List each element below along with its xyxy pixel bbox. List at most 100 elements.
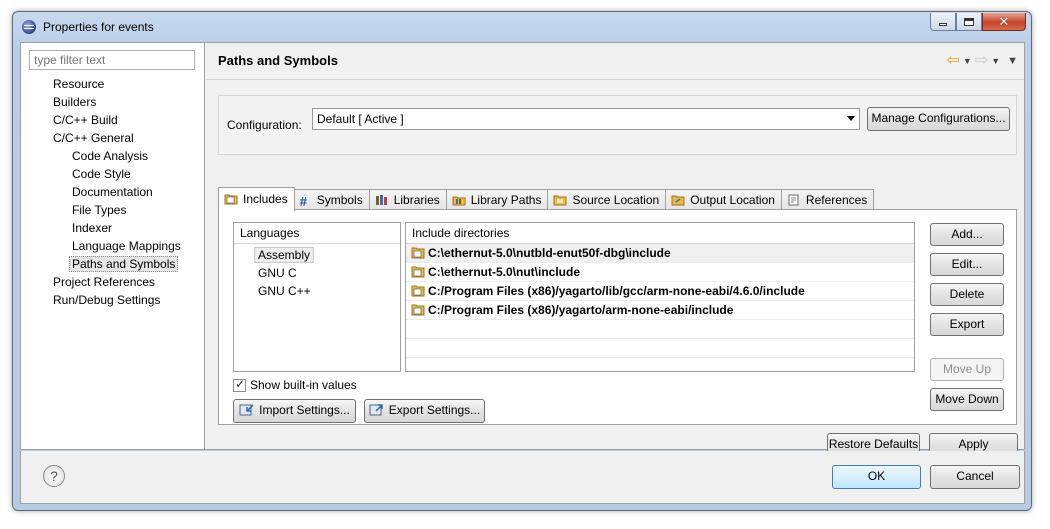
references-icon xyxy=(787,193,806,207)
empty-row xyxy=(406,320,914,339)
back-arrow-icon[interactable]: ⇦ xyxy=(946,53,959,69)
tree-item-code-analysis[interactable]: Code Analysis xyxy=(21,147,205,165)
tree-item-run-debug-settings[interactable]: Run/Debug Settings xyxy=(21,291,205,309)
tab-label: References xyxy=(805,193,868,207)
tree-item-indexer[interactable]: Indexer xyxy=(21,219,205,237)
language-label: Assembly xyxy=(254,247,315,263)
dialog-body: Resource Builders C/C++ Build C/C++ General… xyxy=(20,42,1025,456)
empty-row xyxy=(406,339,914,358)
caption-buttons: ✕ xyxy=(930,13,1026,31)
include-folder-icon xyxy=(411,284,428,298)
tree-item-label: Paths and Symbols xyxy=(69,256,179,272)
tree-item-label: Resource xyxy=(53,77,105,91)
tree-item-label: Documentation xyxy=(72,185,153,199)
include-directory-row[interactable]: C:\ethernut-5.0\nut\include xyxy=(406,263,914,282)
include-directory-row[interactable]: C:\ethernut-5.0\nutbld-enut50f-dbg\inclu… xyxy=(406,244,914,263)
configuration-group: Configuration: Default [ Active ] Manage… xyxy=(218,95,1017,155)
export-settings-label: Export Settings... xyxy=(388,403,481,417)
forward-arrow-icon[interactable]: ⇨ xyxy=(975,53,988,69)
help-icon[interactable]: ? xyxy=(43,465,65,487)
dialog-button-bar: ? OK Cancel xyxy=(20,451,1025,504)
filter-input[interactable] xyxy=(29,50,195,70)
tree-item-label: Indexer xyxy=(72,221,113,235)
export-icon xyxy=(369,404,383,416)
tree-item-label: Language Mappings xyxy=(72,239,181,253)
add-button[interactable]: Add... xyxy=(930,223,1004,246)
languages-header: Languages xyxy=(234,223,400,244)
tab-libraries[interactable]: Libraries xyxy=(368,189,447,210)
manage-configurations-button[interactable]: Manage Configurations... xyxy=(867,107,1010,131)
language-label: GNU C xyxy=(258,266,297,280)
tree-item-file-types[interactable]: File Types xyxy=(21,201,205,219)
hash-icon: # xyxy=(299,194,307,209)
library-paths-icon xyxy=(452,193,471,207)
title-bar[interactable]: Properties for events ✕ xyxy=(13,12,1031,42)
include-directory-path: C:\ethernut-5.0\nutbld-enut50f-dbg\inclu… xyxy=(428,246,671,260)
language-item[interactable]: GNU C xyxy=(234,264,400,282)
configuration-select[interactable]: Default [ Active ] xyxy=(312,108,860,130)
tab-includes[interactable]: Includes xyxy=(218,187,295,211)
minimize-icon xyxy=(939,23,947,26)
import-settings-label: Import Settings... xyxy=(259,403,350,417)
ok-button[interactable]: OK xyxy=(832,465,921,489)
tab-label: Includes xyxy=(243,192,288,206)
include-directory-row[interactable]: C:/Program Files (x86)/yagarto/arm-none-… xyxy=(406,301,914,320)
tree-item-builders[interactable]: Builders xyxy=(21,93,205,111)
export-settings-button[interactable]: Export Settings... xyxy=(364,399,485,423)
languages-list: Languages Assembly GNU C GNU C++ xyxy=(233,222,401,372)
include-directory-path: C:/Program Files (x86)/yagarto/lib/gcc/a… xyxy=(428,284,805,298)
tree-item-code-style[interactable]: Code Style xyxy=(21,165,205,183)
tree-item-documentation[interactable]: Documentation xyxy=(21,183,205,201)
tree-item-label: Code Style xyxy=(72,167,131,181)
window-title: Properties for events xyxy=(43,20,154,34)
category-pane: Resource Builders C/C++ Build C/C++ General… xyxy=(21,43,205,449)
include-folder-icon xyxy=(411,303,428,317)
forward-dropdown-icon[interactable]: ▼ xyxy=(991,56,1000,66)
show-builtin-values-label: Show built-in values xyxy=(250,378,357,392)
configuration-label: Configuration: xyxy=(227,118,302,132)
delete-button[interactable]: Delete xyxy=(930,283,1004,306)
tree-item-c-c-build[interactable]: C/C++ Build xyxy=(21,111,205,129)
title-separator xyxy=(206,79,1024,80)
checkbox-checked-icon[interactable] xyxy=(233,377,246,392)
language-item[interactable]: Assembly xyxy=(234,246,400,264)
close-button[interactable]: ✕ xyxy=(982,13,1026,31)
minimize-button[interactable] xyxy=(930,13,956,31)
tab-label: Libraries xyxy=(393,193,440,207)
tree-item-label: Project References xyxy=(53,275,156,289)
tab-label: Source Location xyxy=(572,193,660,207)
page-title: Paths and Symbols xyxy=(218,53,338,68)
tree-item-resource[interactable]: Resource xyxy=(21,75,205,93)
export-button[interactable]: Export xyxy=(930,313,1004,336)
tree-item-paths-and-symbols[interactable]: Paths and Symbols xyxy=(21,255,205,273)
tree-item-project-references[interactable]: Project References xyxy=(21,273,205,291)
tree-item-label: Code Analysis xyxy=(72,149,149,163)
move-down-button[interactable]: Move Down xyxy=(930,388,1004,411)
tree-item-c-c-general[interactable]: C/C++ General xyxy=(21,129,205,147)
tab-label: Symbols xyxy=(316,193,363,207)
maximize-button[interactable] xyxy=(956,13,982,31)
tree-item-label: Run/Debug Settings xyxy=(53,293,161,307)
tab-library-paths[interactable]: Library Paths xyxy=(445,189,549,210)
cancel-button[interactable]: Cancel xyxy=(930,465,1020,489)
tree-item-language-mappings[interactable]: Language Mappings xyxy=(21,237,205,255)
language-item[interactable]: GNU C++ xyxy=(234,282,400,300)
tab-output-location[interactable]: Output Location xyxy=(665,189,782,210)
back-dropdown-icon[interactable]: ▼ xyxy=(963,56,972,66)
language-label: GNU C++ xyxy=(258,284,311,298)
tab-symbols[interactable]: # Symbols xyxy=(293,189,370,210)
tree-item-label: C/C++ Build xyxy=(53,113,118,127)
tab-label: Output Location xyxy=(690,193,775,207)
page-content: Paths and Symbols ⇦ ▼ ⇨ ▼ ▼ Configuratio… xyxy=(206,43,1024,456)
close-icon: ✕ xyxy=(998,14,1010,29)
tab-source-location[interactable]: Source Location xyxy=(547,189,667,210)
view-menu-icon[interactable]: ▼ xyxy=(1007,55,1018,67)
import-settings-button[interactable]: Import Settings... xyxy=(233,399,356,423)
edit-button[interactable]: Edit... xyxy=(930,253,1004,276)
tab-references[interactable]: References xyxy=(780,189,875,210)
include-directory-path: C:\ethernut-5.0\nut\include xyxy=(428,265,581,279)
include-directory-row[interactable]: C:/Program Files (x86)/yagarto/lib/gcc/a… xyxy=(406,282,914,301)
properties-dialog: Properties for events ✕ Resource Builders… xyxy=(12,11,1032,511)
show-builtin-values-checkbox[interactable]: Show built-in values xyxy=(233,377,357,392)
move-up-button[interactable]: Move Up xyxy=(930,358,1004,381)
